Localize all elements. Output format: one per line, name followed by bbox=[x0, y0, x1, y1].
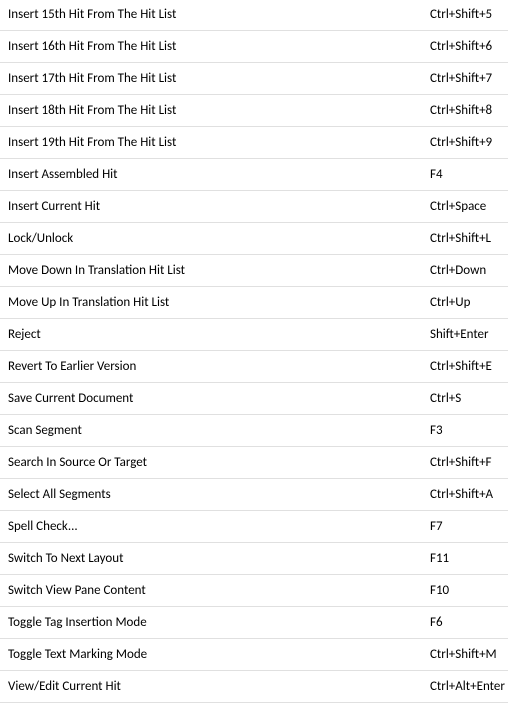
command-label: Save Current Document bbox=[0, 383, 430, 414]
shortcut-key: Ctrl+Shift+9 bbox=[430, 127, 508, 158]
command-label: Switch View Pane Content bbox=[0, 575, 430, 606]
shortcut-key: Ctrl+Shift+L bbox=[430, 223, 508, 254]
shortcut-key: Ctrl+Space bbox=[430, 191, 508, 222]
table-row: Insert Assembled HitF4 bbox=[0, 158, 508, 191]
command-label: Insert 17th Hit From The Hit List bbox=[0, 63, 430, 94]
table-row: Move Up In Translation Hit ListCtrl+Up bbox=[0, 286, 508, 319]
table-row: Toggle Tag Insertion ModeF6 bbox=[0, 606, 508, 639]
shortcut-key: Ctrl+Shift+8 bbox=[430, 95, 508, 126]
shortcut-key: F3 bbox=[430, 415, 508, 446]
table-row: Select All SegmentsCtrl+Shift+A bbox=[0, 478, 508, 511]
shortcut-key: Ctrl+S bbox=[430, 383, 508, 414]
shortcut-key: Ctrl+Alt+Enter bbox=[430, 671, 508, 702]
table-row: View/Edit Current HitCtrl+Alt+Enter bbox=[0, 670, 508, 703]
table-row: Scan SegmentF3 bbox=[0, 414, 508, 447]
shortcut-key: F4 bbox=[430, 159, 508, 190]
command-label: Insert 15th Hit From The Hit List bbox=[0, 0, 430, 30]
shortcut-key: F7 bbox=[430, 511, 508, 542]
table-row: Save Current DocumentCtrl+S bbox=[0, 382, 508, 415]
shortcut-key: Ctrl+Up bbox=[430, 287, 508, 318]
table-row: Spell Check...F7 bbox=[0, 510, 508, 543]
shortcut-key: F10 bbox=[430, 575, 508, 606]
command-label: Revert To Earlier Version bbox=[0, 351, 430, 382]
shortcut-key: Ctrl+Shift+E bbox=[430, 351, 508, 382]
command-label: Lock/Unlock bbox=[0, 223, 430, 254]
shortcut-key: Ctrl+Shift+5 bbox=[430, 0, 508, 30]
table-row: Insert 16th Hit From The Hit ListCtrl+Sh… bbox=[0, 30, 508, 63]
command-label: Search In Source Or Target bbox=[0, 447, 430, 478]
command-label: Insert Current Hit bbox=[0, 191, 430, 222]
shortcut-key: Ctrl+Shift+6 bbox=[430, 31, 508, 62]
table-row: Revert To Earlier VersionCtrl+Shift+E bbox=[0, 350, 508, 383]
command-label: Spell Check... bbox=[0, 511, 430, 542]
shortcut-key: F6 bbox=[430, 607, 508, 638]
table-row: Switch To Next LayoutF11 bbox=[0, 542, 508, 575]
command-label: Scan Segment bbox=[0, 415, 430, 446]
table-row: Insert 19th Hit From The Hit ListCtrl+Sh… bbox=[0, 126, 508, 159]
command-label: Move Down In Translation Hit List bbox=[0, 255, 430, 286]
command-label: Toggle Tag Insertion Mode bbox=[0, 607, 430, 638]
command-label: Insert 16th Hit From The Hit List bbox=[0, 31, 430, 62]
table-row: Move Down In Translation Hit ListCtrl+Do… bbox=[0, 254, 508, 287]
table-row: Toggle Text Marking ModeCtrl+Shift+M bbox=[0, 638, 508, 671]
table-row: Lock/UnlockCtrl+Shift+L bbox=[0, 222, 508, 255]
command-label: Reject bbox=[0, 319, 430, 350]
table-row: Insert 15th Hit From The Hit ListCtrl+Sh… bbox=[0, 0, 508, 31]
table-row: Insert Current HitCtrl+Space bbox=[0, 190, 508, 223]
command-label: Insert 18th Hit From The Hit List bbox=[0, 95, 430, 126]
command-label: View/Edit Current Hit bbox=[0, 671, 430, 702]
shortcut-table: Insert 15th Hit From The Hit ListCtrl+Sh… bbox=[0, 0, 508, 703]
command-label: Insert 19th Hit From The Hit List bbox=[0, 127, 430, 158]
command-label: Insert Assembled Hit bbox=[0, 159, 430, 190]
table-row: RejectShift+Enter bbox=[0, 318, 508, 351]
command-label: Toggle Text Marking Mode bbox=[0, 639, 430, 670]
shortcut-key: Ctrl+Shift+A bbox=[430, 479, 508, 510]
shortcut-key: F11 bbox=[430, 543, 508, 574]
table-row: Insert 17th Hit From The Hit ListCtrl+Sh… bbox=[0, 62, 508, 95]
command-label: Switch To Next Layout bbox=[0, 543, 430, 574]
shortcut-key: Ctrl+Shift+7 bbox=[430, 63, 508, 94]
shortcut-key: Ctrl+Down bbox=[430, 255, 508, 286]
command-label: Select All Segments bbox=[0, 479, 430, 510]
table-row: Search In Source Or TargetCtrl+Shift+F bbox=[0, 446, 508, 479]
shortcut-key: Shift+Enter bbox=[430, 319, 508, 350]
table-row: Insert 18th Hit From The Hit ListCtrl+Sh… bbox=[0, 94, 508, 127]
command-label: Move Up In Translation Hit List bbox=[0, 287, 430, 318]
table-row: Switch View Pane ContentF10 bbox=[0, 574, 508, 607]
shortcut-key: Ctrl+Shift+M bbox=[430, 639, 508, 670]
shortcut-key: Ctrl+Shift+F bbox=[430, 447, 508, 478]
